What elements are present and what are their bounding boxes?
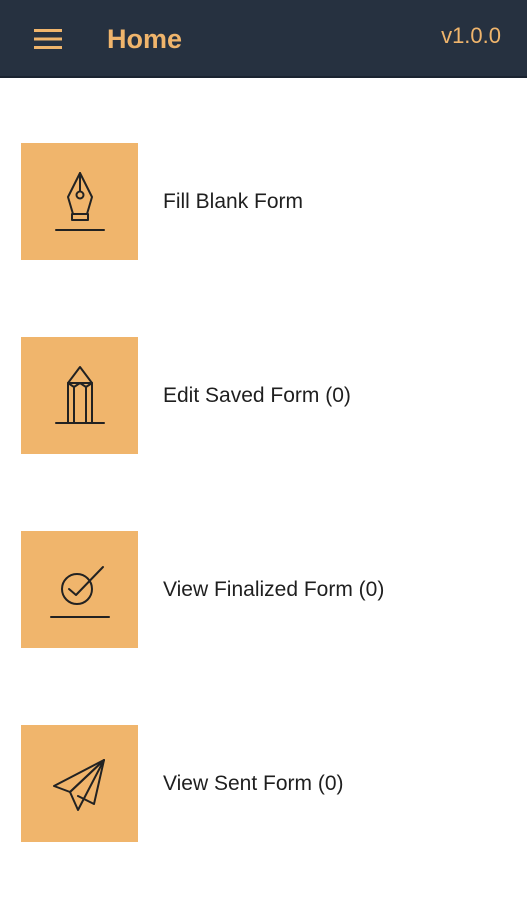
menu-item-fill-blank-form[interactable]: Fill Blank Form (0, 143, 527, 261)
menu-item-label: View Sent Form (0) (163, 772, 344, 795)
hamburger-menu-icon (34, 29, 62, 49)
menu-item-tile (21, 143, 138, 260)
menu-item-label: View Finalized Form (0) (163, 578, 385, 601)
menu-item-label: Edit Saved Form (0) (163, 384, 351, 407)
menu-item-tile (21, 337, 138, 454)
menu-item-tile (21, 531, 138, 648)
menu-item-tile (21, 725, 138, 842)
menu-item-edit-saved-form[interactable]: Edit Saved Form (0) (0, 337, 527, 455)
app-bar: Home v1.0.0 (0, 0, 527, 78)
menu-item-view-finalized-form[interactable]: View Finalized Form (0) (0, 531, 527, 649)
page-title: Home (107, 24, 183, 54)
menu-button[interactable] (30, 24, 66, 54)
check-circle-icon (49, 565, 110, 618)
menu-item-view-sent-form[interactable]: View Sent Form (0) (0, 725, 527, 843)
paper-plane-icon (52, 758, 105, 811)
menu-item-label: Fill Blank Form (163, 190, 304, 213)
pencil-icon (54, 365, 105, 424)
version-label: v1.0.0 (441, 23, 501, 48)
fountain-pen-icon (54, 171, 105, 231)
